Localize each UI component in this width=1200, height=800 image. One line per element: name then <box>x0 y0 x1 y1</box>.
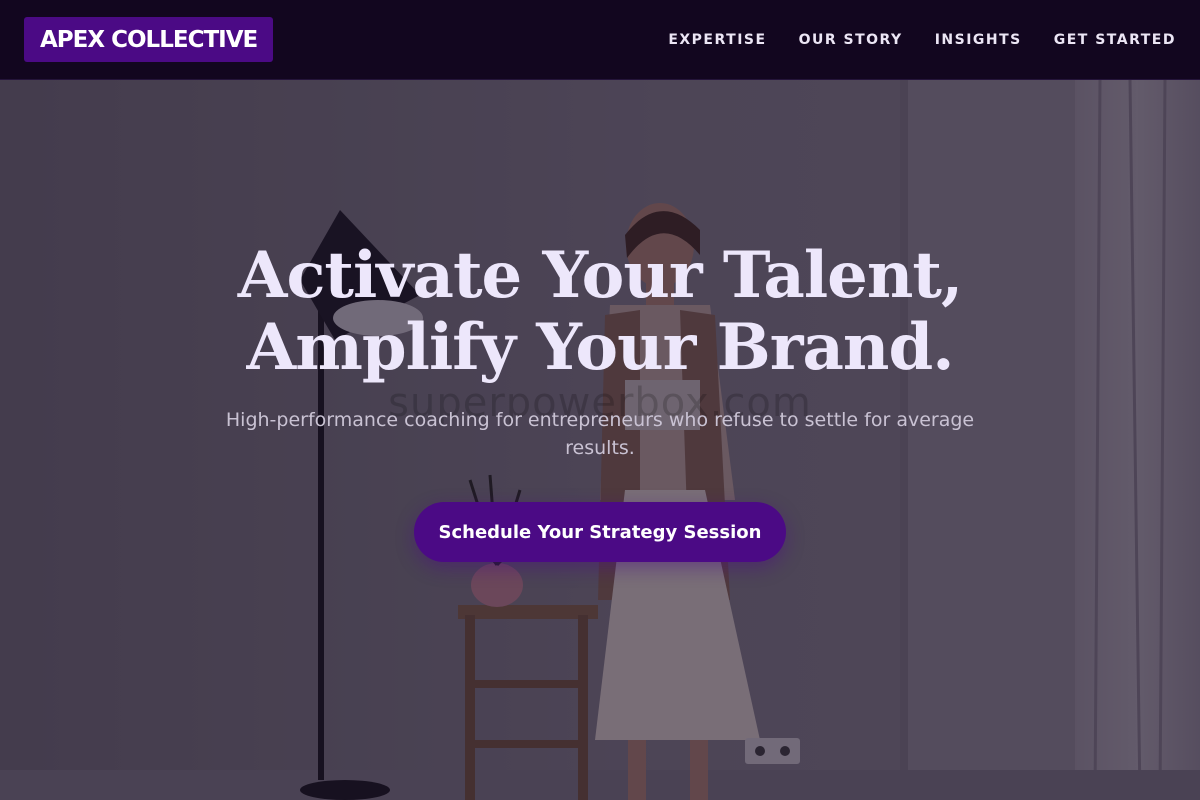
hero-content: Activate Your Talent, Amplify Your Brand… <box>0 240 1200 562</box>
nav-link-insights[interactable]: INSIGHTS <box>935 32 1022 48</box>
schedule-session-button[interactable]: Schedule Your Strategy Session <box>414 502 786 562</box>
hero-headline-line-2: Amplify Your Brand. <box>246 310 955 385</box>
brand-logo[interactable]: APEX COLLECTIVE <box>24 17 274 62</box>
hero-headline-line-1: Activate Your Talent, <box>237 238 963 313</box>
hero-subtitle: High-performance coaching for entreprene… <box>225 409 975 459</box>
main-nav: EXPERTISE OUR STORY INSIGHTS GET STARTED <box>668 32 1176 48</box>
nav-link-get-started[interactable]: GET STARTED <box>1054 32 1176 48</box>
hero-section: superpowerbox.com Activate Your Talent, … <box>0 80 1200 800</box>
nav-link-our-story[interactable]: OUR STORY <box>799 32 903 48</box>
nav-link-expertise[interactable]: EXPERTISE <box>668 32 766 48</box>
hero-headline: Activate Your Talent, Amplify Your Brand… <box>0 240 1200 384</box>
top-navbar: APEX COLLECTIVE EXPERTISE OUR STORY INSI… <box>0 0 1200 80</box>
